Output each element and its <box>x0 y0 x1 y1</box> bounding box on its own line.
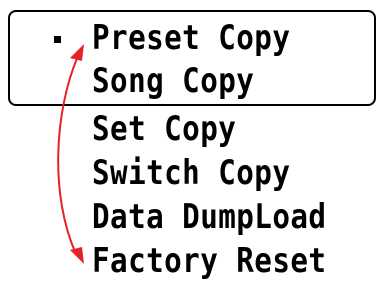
selection-cursor-icon <box>54 36 61 43</box>
menu-item-data-dumpload[interactable]: Data DumpLoad <box>92 197 326 237</box>
menu-item-set-copy[interactable]: Set Copy <box>92 109 236 149</box>
menu-item-preset-copy[interactable]: Preset Copy <box>92 18 290 58</box>
menu-item-factory-reset[interactable]: Factory Reset <box>92 241 326 281</box>
lcd-screen: Preset Copy Song Copy Set Copy Switch Co… <box>0 0 382 282</box>
menu-item-song-copy[interactable]: Song Copy <box>92 61 254 101</box>
menu-item-switch-copy[interactable]: Switch Copy <box>92 153 290 193</box>
